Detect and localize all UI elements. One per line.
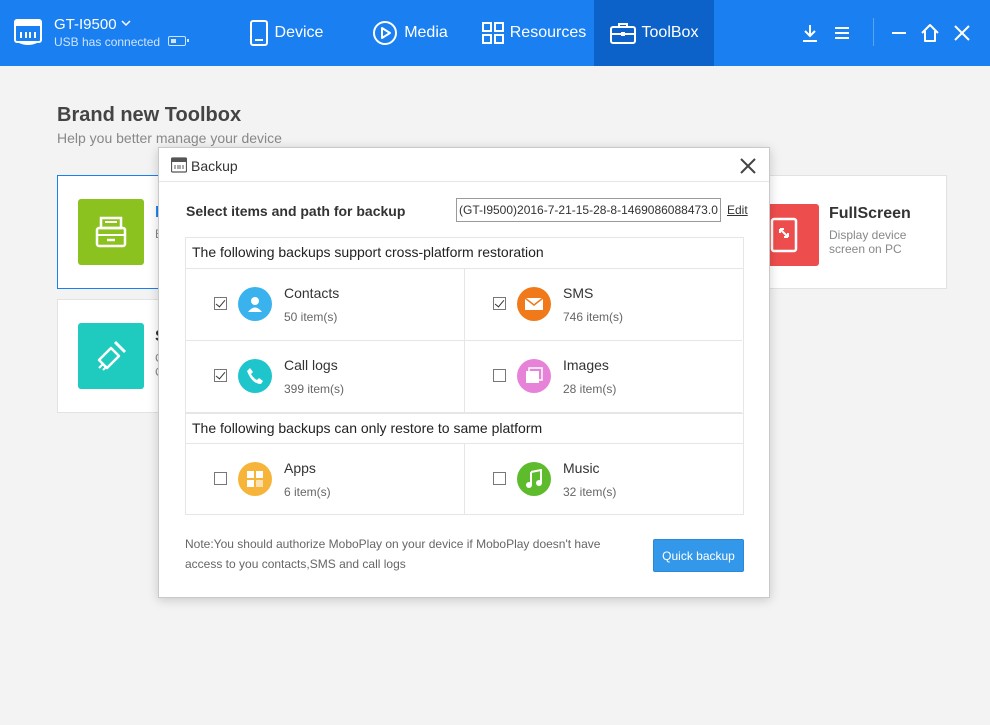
item-name: SMS: [563, 285, 594, 301]
same-platform-section-title: The following backups can only restore t…: [186, 413, 743, 444]
tab-device-label: Device: [274, 24, 324, 41]
item-apps: Apps 6 item(s): [186, 444, 464, 516]
phone-monitor-icon[interactable]: [14, 18, 42, 46]
menu-icon[interactable]: [831, 22, 853, 44]
contacts-checkbox[interactable]: [214, 297, 227, 310]
tab-resources-label: Resources: [509, 24, 587, 41]
item-music: Music 32 item(s): [464, 444, 742, 514]
fullscreen-card-desc-line1: Display device: [829, 228, 907, 242]
images-checkbox[interactable]: [493, 369, 506, 382]
music-checkbox[interactable]: [493, 472, 506, 485]
item-count: 399 item(s): [284, 382, 345, 396]
dialog-title: Backup: [191, 158, 238, 174]
backup-path-input[interactable]: [456, 198, 721, 222]
page-title: Brand new Toolbox: [57, 104, 242, 126]
device-icon: [249, 20, 268, 46]
item-name: Music: [563, 460, 600, 476]
dialog-close-icon[interactable]: [739, 157, 757, 175]
item-name: Call logs: [284, 357, 338, 373]
images-icon: [517, 359, 551, 393]
item-name: Apps: [284, 460, 316, 476]
top-bar: GT-I9500 USB has connected Device Media …: [0, 0, 990, 66]
cross-platform-section-title: The following backups support cross-plat…: [186, 238, 743, 269]
item-count: 6 item(s): [284, 485, 331, 499]
item-count: 50 item(s): [284, 310, 338, 324]
music-note-icon: [517, 462, 551, 496]
connection-status: USB has connected: [54, 35, 161, 49]
fullscreen-card-desc-line2: screen on PC: [829, 242, 902, 256]
item-count: 746 item(s): [563, 310, 624, 324]
page-subtitle: Help you better manage your device: [57, 130, 282, 146]
grid-icon: [481, 22, 504, 44]
item-name: Images: [563, 357, 609, 373]
backup-items-grid: The following backups support cross-plat…: [185, 237, 744, 515]
tab-device[interactable]: Device: [236, 0, 336, 66]
fullscreen-icon: [770, 217, 798, 253]
edit-path-link[interactable]: Edit: [727, 203, 748, 217]
item-images: Images 28 item(s): [464, 341, 742, 413]
sms-checkbox[interactable]: [493, 297, 506, 310]
note-line2: access to you contacts,SMS and call logs: [185, 557, 406, 571]
apps-icon: [238, 462, 272, 496]
minimize-icon[interactable]: [888, 22, 910, 44]
battery-icon: [168, 36, 189, 46]
dialog-header: Backup: [159, 148, 769, 182]
chevron-down-icon[interactable]: [120, 16, 132, 30]
tab-toolbox-label: ToolBox: [641, 24, 699, 41]
download-icon[interactable]: [799, 22, 821, 44]
phone-icon: [238, 359, 272, 393]
authorization-note: Note:You should authorize MoboPlay on yo…: [185, 534, 635, 574]
quick-backup-button[interactable]: Quick backup: [653, 539, 744, 572]
play-circle-icon: [373, 21, 398, 45]
call-logs-checkbox[interactable]: [214, 369, 227, 382]
clean-tile: [78, 323, 144, 389]
backup-tile: [78, 199, 144, 265]
device-name[interactable]: GT-I9500: [54, 16, 117, 33]
contacts-icon: [238, 287, 272, 321]
sms-envelope-icon: [517, 287, 551, 321]
printer-box-icon: [95, 216, 127, 248]
item-count: 32 item(s): [563, 485, 617, 499]
broom-icon: [97, 340, 127, 371]
backup-dialog: Backup Select items and path for backup …: [158, 147, 770, 598]
fullscreen-card-desc: Display device screen on PC: [829, 228, 929, 256]
item-contacts: Contacts 50 item(s): [186, 269, 464, 341]
apps-checkbox[interactable]: [214, 472, 227, 485]
fullscreen-card-title: FullScreen: [829, 205, 911, 222]
app-logo-icon: [171, 157, 187, 173]
item-sms: SMS 746 item(s): [464, 269, 742, 341]
note-line1: Note:You should authorize MoboPlay on yo…: [185, 537, 601, 551]
item-count: 28 item(s): [563, 382, 617, 396]
select-items-label: Select items and path for backup: [186, 203, 406, 219]
home-icon[interactable]: [919, 22, 941, 44]
close-icon[interactable]: [951, 22, 973, 44]
toolbar-divider: [873, 18, 874, 46]
tab-media[interactable]: Media: [360, 0, 460, 66]
toolbox-icon: [609, 23, 636, 44]
tab-toolbox[interactable]: ToolBox: [594, 0, 714, 66]
tab-media-label: Media: [404, 24, 448, 41]
tab-resources[interactable]: Resources: [474, 0, 594, 66]
item-name: Contacts: [284, 285, 340, 301]
item-call-logs: Call logs 399 item(s): [186, 341, 464, 413]
